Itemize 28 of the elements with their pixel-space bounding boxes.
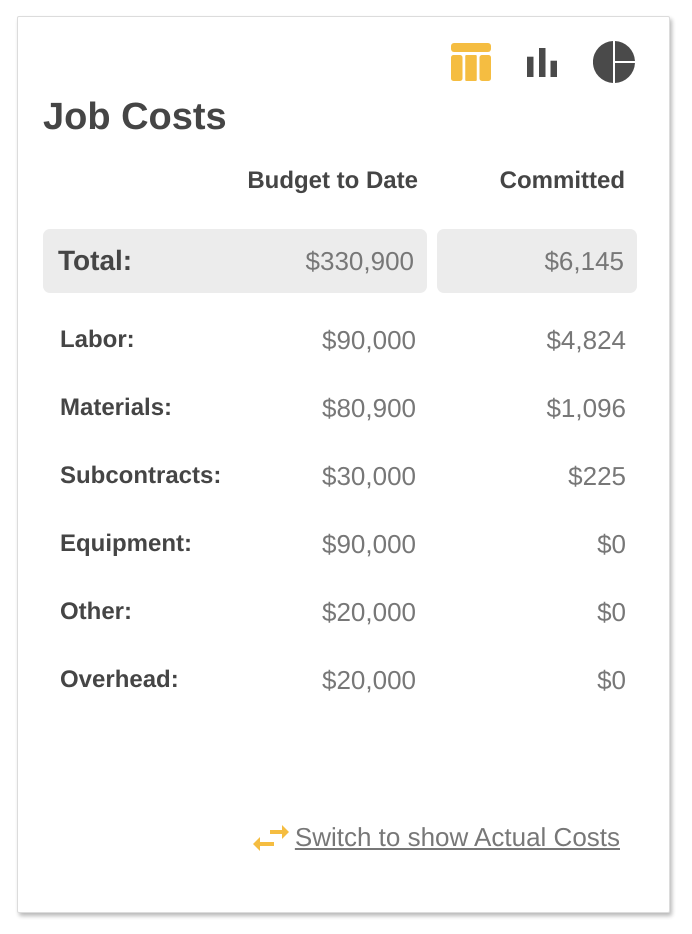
budget-value: $20,000: [322, 664, 416, 696]
pie-chart-icon[interactable]: [593, 41, 635, 83]
cost-label: Other:: [60, 597, 132, 627]
budget-value: $80,900: [322, 392, 416, 424]
budget-value: $90,000: [322, 324, 416, 356]
committed-value: $0: [597, 596, 626, 628]
column-header: Committed: [500, 166, 625, 195]
switch-costs-link[interactable]: Switch to show Actual Costs: [294, 822, 620, 853]
committed-value: $225: [568, 460, 626, 492]
column-header: Budget to Date: [247, 166, 418, 195]
cost-label: Subcontracts:: [60, 461, 222, 491]
swap-arrows-icon: [252, 824, 289, 850]
total-committed-value: $6,145: [544, 244, 624, 278]
cost-label: Labor:: [60, 325, 135, 355]
budget-value: $30,000: [322, 460, 416, 492]
bar-chart-icon[interactable]: [527, 48, 557, 76]
cost-label: Materials:: [60, 393, 172, 423]
total-budget-value: $330,900: [306, 244, 414, 278]
cost-label: Overhead:: [60, 665, 179, 695]
total-label: Total:: [58, 244, 132, 278]
committed-value: $0: [597, 528, 626, 560]
card-title: Job Costs: [43, 95, 228, 140]
committed-value: $4,824: [546, 324, 626, 356]
committed-value: $1,096: [546, 392, 626, 424]
budget-value: $90,000: [322, 528, 416, 560]
committed-value: $0: [597, 664, 626, 696]
budget-value: $20,000: [322, 596, 416, 628]
cost-label: Equipment:: [60, 529, 192, 559]
